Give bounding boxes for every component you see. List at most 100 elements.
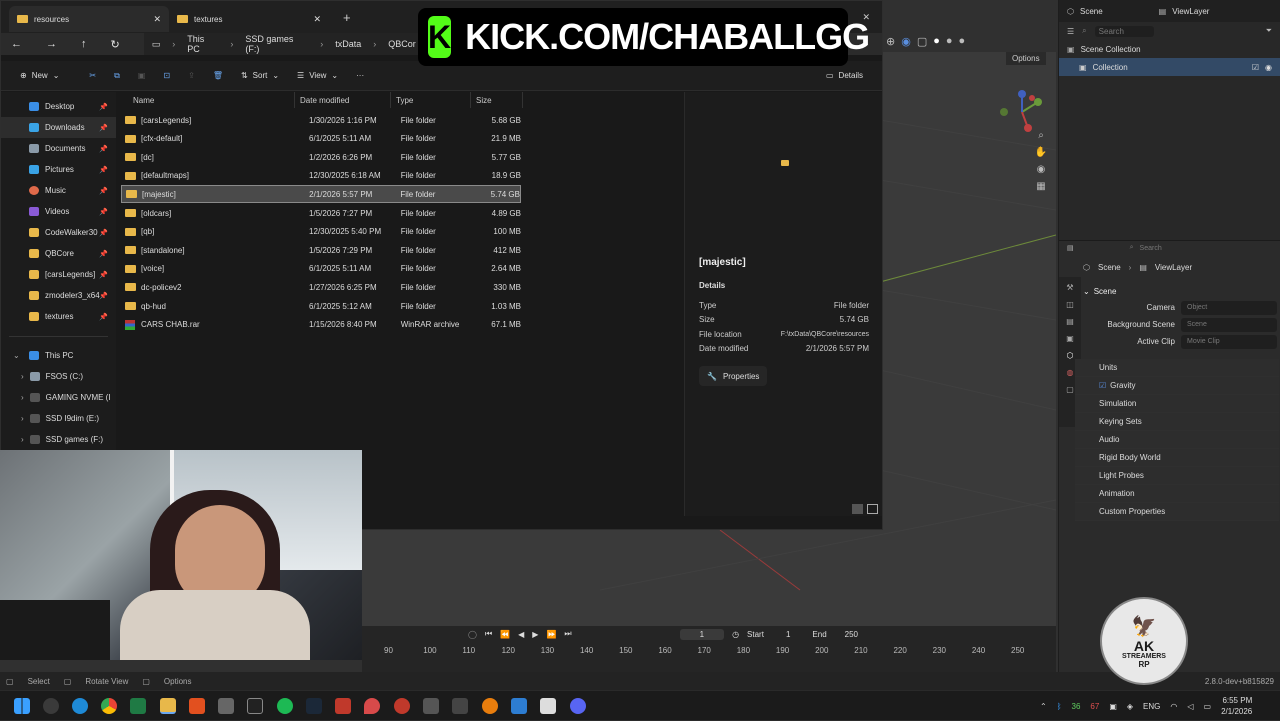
- column-name[interactable]: Name: [133, 92, 295, 108]
- column-date[interactable]: Date modified: [295, 92, 391, 108]
- steam-icon[interactable]: [306, 698, 322, 714]
- camera-icon[interactable]: ◉: [1265, 63, 1272, 72]
- paste-button[interactable]: ▣: [129, 61, 155, 90]
- viewport-nav-tools[interactable]: ⌕ ✋ ◉ ▦: [1032, 130, 1050, 210]
- crumb-drive[interactable]: SSD games (F:): [245, 34, 308, 54]
- column-size[interactable]: Size: [471, 92, 523, 108]
- next-keyframe-icon[interactable]: ⏩: [546, 630, 556, 639]
- spotify-icon[interactable]: [277, 698, 293, 714]
- language-indicator[interactable]: ENG: [1143, 702, 1160, 711]
- blender-icon[interactable]: [482, 698, 498, 714]
- nav-item-qbcore[interactable]: QBCore 📌: [1, 243, 116, 264]
- options-dropdown[interactable]: Options: [1006, 52, 1046, 65]
- properties-search-input[interactable]: Search: [1140, 245, 1162, 252]
- volume-icon[interactable]: ◁: [1187, 702, 1193, 711]
- vscode-icon[interactable]: [511, 698, 527, 714]
- file-row[interactable]: [voice] 6/1/2025 5:11 AM File folder 2.64 M…: [121, 260, 521, 278]
- file-row[interactable]: [dc] 1/2/2026 6:26 PM File folder 5.77 GB: [121, 148, 521, 166]
- bluetooth-icon[interactable]: ᛒ: [1057, 702, 1062, 711]
- column-type[interactable]: Type: [391, 92, 471, 108]
- section-keying-sets[interactable]: Keying Sets: [1075, 413, 1279, 431]
- file-row[interactable]: [qb] 12/30/2025 5:40 PM File folder 100 MB: [121, 223, 521, 241]
- cut-button[interactable]: ✂: [80, 61, 105, 90]
- outliner-icon[interactable]: ☰: [1067, 27, 1074, 36]
- shading-solid-icon[interactable]: ●: [933, 35, 940, 47]
- section-rigid-body[interactable]: Rigid Body World: [1075, 449, 1279, 467]
- nav-item-documents[interactable]: Documents 📌: [1, 138, 116, 159]
- current-frame-field[interactable]: 1: [679, 628, 725, 640]
- section-audio[interactable]: Audio: [1075, 431, 1279, 449]
- file-row[interactable]: [defaultmaps] 12/30/2025 6:18 AM File fold…: [121, 167, 521, 185]
- background-scene-field[interactable]: Scene: [1181, 317, 1277, 332]
- section-animation[interactable]: Animation: [1075, 485, 1279, 503]
- share-button[interactable]: ⇪: [179, 61, 204, 90]
- gizmo-toggle-icon[interactable]: ⊕: [886, 35, 895, 48]
- file-row[interactable]: [majestic] 2/1/2026 5:57 PM File folder 5.7…: [121, 185, 521, 204]
- section-light-probes[interactable]: Light Probes: [1075, 467, 1279, 485]
- play-icon[interactable]: ▶: [532, 630, 538, 639]
- crumb-this-pc[interactable]: This PC: [187, 34, 218, 54]
- nav-item-drive-f[interactable]: › SSD games (F:): [1, 429, 116, 450]
- forward-icon[interactable]: →: [46, 38, 57, 50]
- checkbox-icon[interactable]: ☑: [1252, 63, 1259, 72]
- terminal-icon[interactable]: [452, 698, 468, 714]
- excel-icon[interactable]: [130, 698, 146, 714]
- file-explorer-icon[interactable]: [160, 698, 176, 714]
- tray-app-icon[interactable]: ▣: [1109, 702, 1117, 711]
- controller-icon[interactable]: ◈: [1127, 702, 1133, 711]
- wifi-icon[interactable]: ◠: [1170, 702, 1177, 711]
- clock[interactable]: 6:55 PM 2/1/2026: [1221, 695, 1252, 717]
- nav-item-drive-c[interactable]: › FSOS (C:): [1, 366, 116, 387]
- file-row[interactable]: qb-hud 6/1/2025 5:12 AM File folder 1.03 MB: [121, 297, 521, 315]
- navigation-gizmo[interactable]: [998, 88, 1046, 136]
- world-tab-icon[interactable]: ◍: [1067, 368, 1074, 377]
- camera-icon[interactable]: ◉: [1037, 164, 1046, 175]
- crumb-txdata[interactable]: txData: [335, 39, 361, 49]
- brave-icon[interactable]: [189, 698, 205, 714]
- copy-button[interactable]: ⧉: [105, 61, 129, 90]
- breadcrumb[interactable]: ▭ › This PC › SSD games (F:) › txData › …: [143, 33, 424, 55]
- properties-button[interactable]: 🔧 Properties: [699, 366, 768, 386]
- camera-field[interactable]: Object: [1181, 300, 1277, 315]
- discord-icon[interactable]: [570, 698, 586, 714]
- edge-icon[interactable]: [72, 698, 88, 714]
- nav-item-videos[interactable]: Videos 📌: [1, 201, 116, 222]
- outliner-search[interactable]: Search: [1094, 25, 1155, 37]
- tool-tab-icon[interactable]: ⚒: [1066, 283, 1073, 292]
- file-row[interactable]: [oldcars] 1/5/2026 7:27 PM File folder 4.89…: [121, 204, 521, 222]
- battery-icon[interactable]: ▭: [1204, 702, 1212, 711]
- store-icon[interactable]: [423, 698, 439, 714]
- crumb-qbcore[interactable]: QBCor: [388, 39, 416, 49]
- shading-material-icon[interactable]: ●: [946, 35, 953, 47]
- tool-icon[interactable]: [218, 698, 234, 714]
- notion-icon[interactable]: [540, 698, 556, 714]
- close-icon[interactable]: ✕: [313, 14, 321, 25]
- properties-icon[interactable]: ▤: [1067, 244, 1074, 252]
- scene-tab-icon[interactable]: ⬡: [1067, 351, 1074, 360]
- output-tab-icon[interactable]: ▤: [1066, 317, 1074, 326]
- nav-item-codewalker[interactable]: CodeWalker30 📌: [1, 222, 116, 243]
- up-icon[interactable]: ↑: [81, 38, 87, 50]
- record-icon[interactable]: ◯: [468, 630, 477, 639]
- refresh-icon[interactable]: ↻: [111, 38, 120, 51]
- filter-icon[interactable]: ⏷: [1266, 26, 1272, 36]
- tiles-view-icon[interactable]: [867, 504, 878, 514]
- start-field[interactable]: 1: [786, 630, 790, 639]
- tiktok-icon[interactable]: [247, 698, 263, 714]
- section-units[interactable]: Units: [1075, 359, 1279, 377]
- search-taskbar-icon[interactable]: [43, 698, 59, 714]
- file-row[interactable]: [carsLegends] 1/30/2026 1:16 PM File folde…: [121, 111, 521, 129]
- scene-selector[interactable]: Scene: [1080, 7, 1103, 16]
- start-icon[interactable]: [14, 698, 30, 714]
- collection-tab-icon[interactable]: ▢: [1066, 385, 1074, 394]
- outliner-scene-collection[interactable]: ▣ Scene Collection: [1059, 40, 1280, 58]
- viewlayer-selector[interactable]: ViewLayer: [1172, 7, 1209, 16]
- tf-icon[interactable]: [335, 698, 351, 714]
- file-row[interactable]: [cfx-default] 6/1/2025 5:11 AM File folder…: [121, 130, 521, 148]
- close-icon[interactable]: ✕: [153, 14, 161, 25]
- app-icon[interactable]: [394, 698, 410, 714]
- scene-section-header[interactable]: ⌄ Scene: [1083, 283, 1277, 299]
- overlay-toggle-icon[interactable]: ◉: [901, 35, 911, 48]
- nav-item-textures[interactable]: textures 📌: [1, 306, 116, 327]
- back-icon[interactable]: ←: [11, 38, 22, 50]
